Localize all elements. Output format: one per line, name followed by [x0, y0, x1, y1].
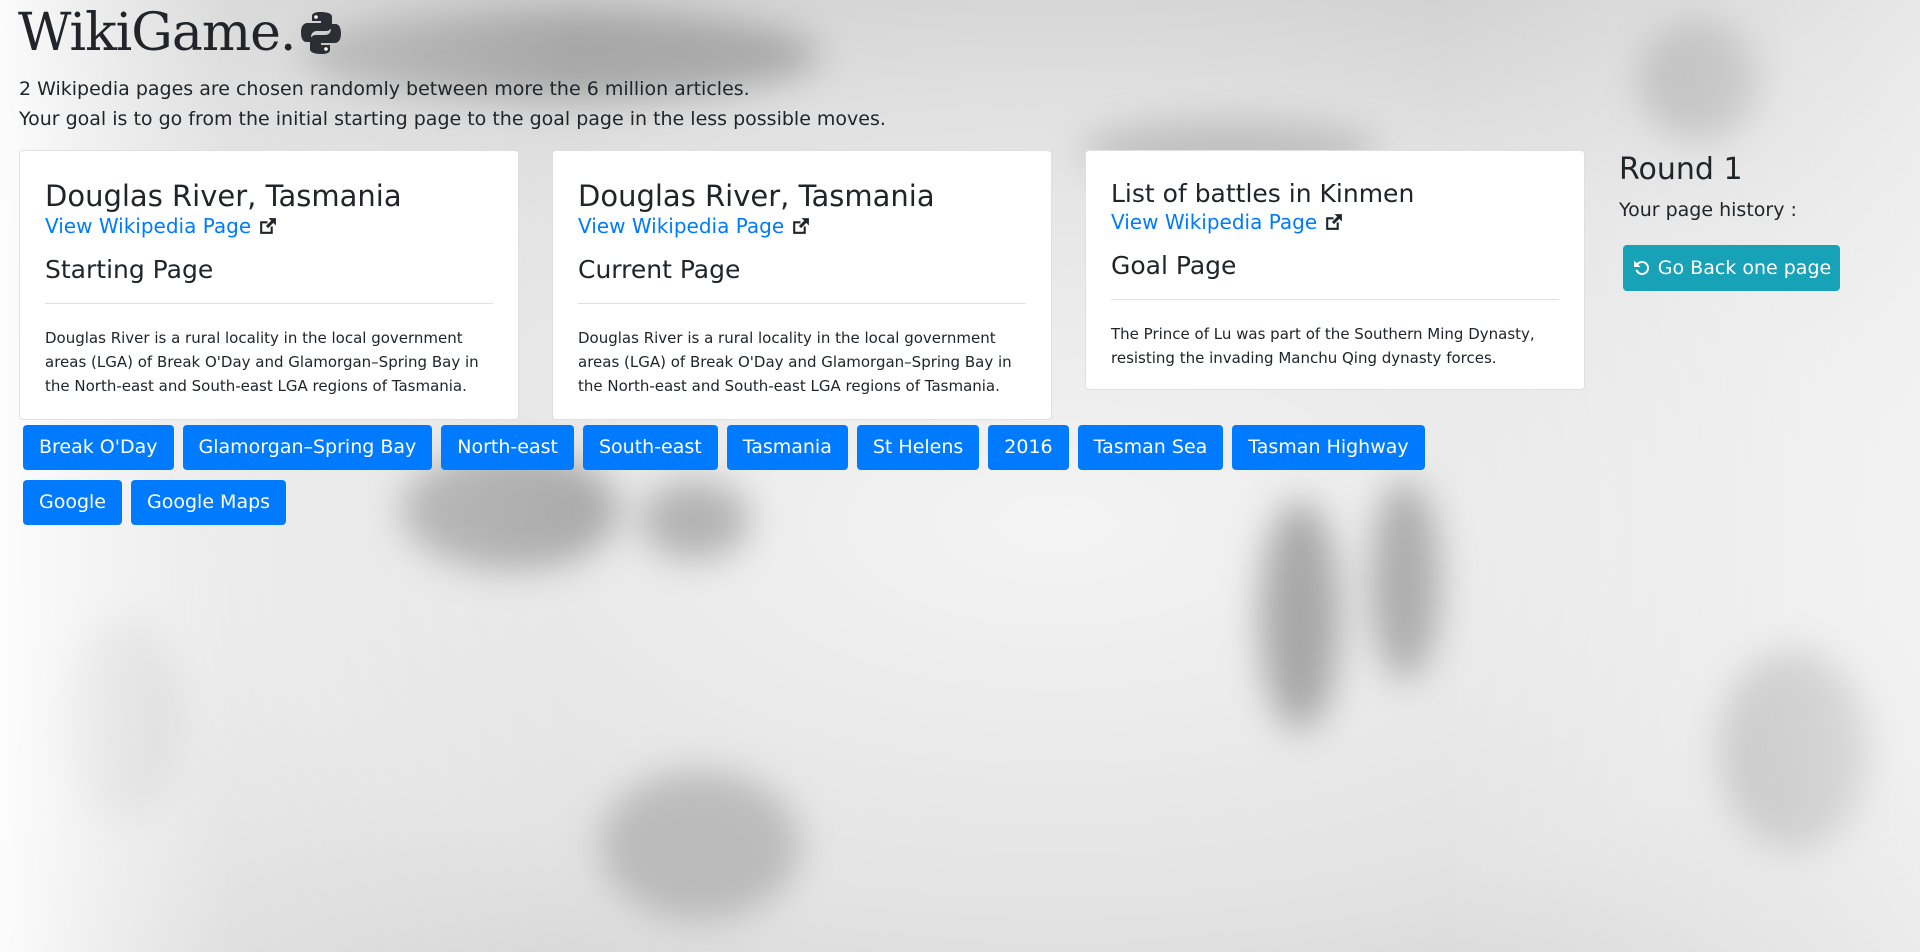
go-back-label: Go Back one page: [1657, 257, 1832, 279]
link-label: View Wikipedia Page: [1111, 210, 1318, 234]
intro-text: 2 Wikipedia pages are chosen randomly be…: [19, 74, 886, 134]
starting-page-card: Douglas River, Tasmania View Wikipedia P…: [19, 150, 519, 420]
card-description: Douglas River is a rural locality in the…: [45, 329, 479, 395]
python-logo-icon: [301, 12, 342, 54]
card-subtitle: Current Page: [578, 255, 741, 284]
go-back-button[interactable]: Go Back one page: [1623, 245, 1840, 291]
card-title: Douglas River, Tasmania: [45, 179, 402, 213]
card-title: List of battles in Kinmen: [1111, 179, 1415, 208]
external-link-icon: [793, 217, 810, 234]
link-label: View Wikipedia Page: [578, 214, 785, 238]
current-page-card: Douglas River, Tasmania View Wikipedia P…: [552, 150, 1052, 420]
link-button-2016[interactable]: 2016: [988, 425, 1069, 470]
external-link-icon: [260, 217, 277, 234]
link-button-south-east[interactable]: South-east: [582, 425, 718, 470]
card-title: Douglas River, Tasmania: [578, 179, 935, 213]
link-button-st-helens[interactable]: St Helens: [856, 425, 980, 470]
divider: [1111, 299, 1559, 300]
link-button-tasman-sea[interactable]: Tasman Sea: [1077, 425, 1224, 470]
view-wikipedia-link[interactable]: View Wikipedia Page: [578, 213, 811, 239]
link-button-glamorgan-spring-bay[interactable]: Glamorgan–Spring Bay: [182, 425, 433, 470]
page-history-label: Your page history :: [1619, 199, 1797, 221]
link-button-tasmania[interactable]: Tasmania: [726, 425, 848, 470]
intro-line-1: 2 Wikipedia pages are chosen randomly be…: [19, 78, 750, 100]
link-button-north-east[interactable]: North-east: [441, 425, 574, 470]
undo-icon: [1633, 260, 1649, 275]
link-label: View Wikipedia Page: [45, 214, 252, 238]
goal-page-card: List of battles in Kinmen View Wikipedia…: [1085, 150, 1585, 390]
link-button-google[interactable]: Google: [23, 480, 123, 525]
divider: [45, 303, 493, 304]
brand: WikiGame.: [18, 2, 345, 64]
brand-title: WikiGame.: [18, 3, 296, 63]
link-button-break-oday[interactable]: Break O'Day: [23, 425, 174, 470]
external-link-icon: [1326, 213, 1343, 230]
card-subtitle: Goal Page: [1111, 251, 1237, 280]
link-button-google-maps[interactable]: Google Maps: [131, 480, 287, 525]
card-description: The Prince of Lu was part of the Souther…: [1111, 325, 1535, 367]
intro-line-2: Your goal is to go from the initial star…: [19, 108, 886, 130]
divider: [578, 303, 1026, 304]
view-wikipedia-link[interactable]: View Wikipedia Page: [1111, 209, 1344, 235]
view-wikipedia-link[interactable]: View Wikipedia Page: [45, 213, 278, 239]
card-description: Douglas River is a rural locality in the…: [578, 329, 1012, 395]
card-subtitle: Starting Page: [45, 255, 214, 284]
article-links: Break O'Day Glamorgan–Spring Bay North-e…: [23, 425, 1443, 525]
link-button-tasman-highway[interactable]: Tasman Highway: [1232, 425, 1425, 470]
round-label: Round 1: [1619, 152, 1743, 187]
